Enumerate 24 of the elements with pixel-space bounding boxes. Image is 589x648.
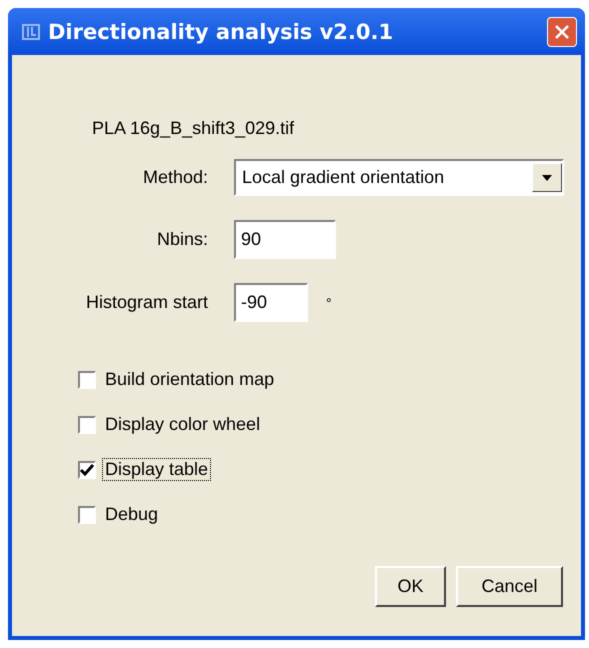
check-icon <box>80 464 94 476</box>
close-icon <box>554 24 570 40</box>
checkbox-label: Display table <box>102 458 212 481</box>
unit-label: ° <box>326 294 332 310</box>
field-label: Nbins: <box>156 229 209 250</box>
dialog-button[interactable]: Cancel <box>456 566 563 607</box>
checkbox-label: Build orientation map <box>104 368 276 391</box>
file-name: PLA 16g_B_shift3_029.tif <box>92 118 296 139</box>
field-label: Method: <box>142 167 209 188</box>
dialog-button[interactable]: OK <box>375 566 446 607</box>
checkbox[interactable] <box>78 460 96 478</box>
caret-icon <box>542 174 552 180</box>
checkbox[interactable] <box>78 416 96 434</box>
window-title: Directionality analysis v2.0.1 <box>48 20 394 44</box>
app-icon <box>22 22 40 40</box>
close-button[interactable] <box>547 16 577 46</box>
checkbox[interactable] <box>78 370 96 388</box>
field-label: Histogram start <box>84 292 209 313</box>
input-field[interactable]: 90 <box>234 220 336 259</box>
checkbox[interactable] <box>78 506 96 524</box>
checkbox-label: Display color wheel <box>104 413 262 436</box>
checkbox-label: Debug <box>104 503 160 526</box>
method-dropdown[interactable]: Local gradient orientation <box>234 159 564 196</box>
input-field[interactable]: -90 <box>234 283 308 322</box>
